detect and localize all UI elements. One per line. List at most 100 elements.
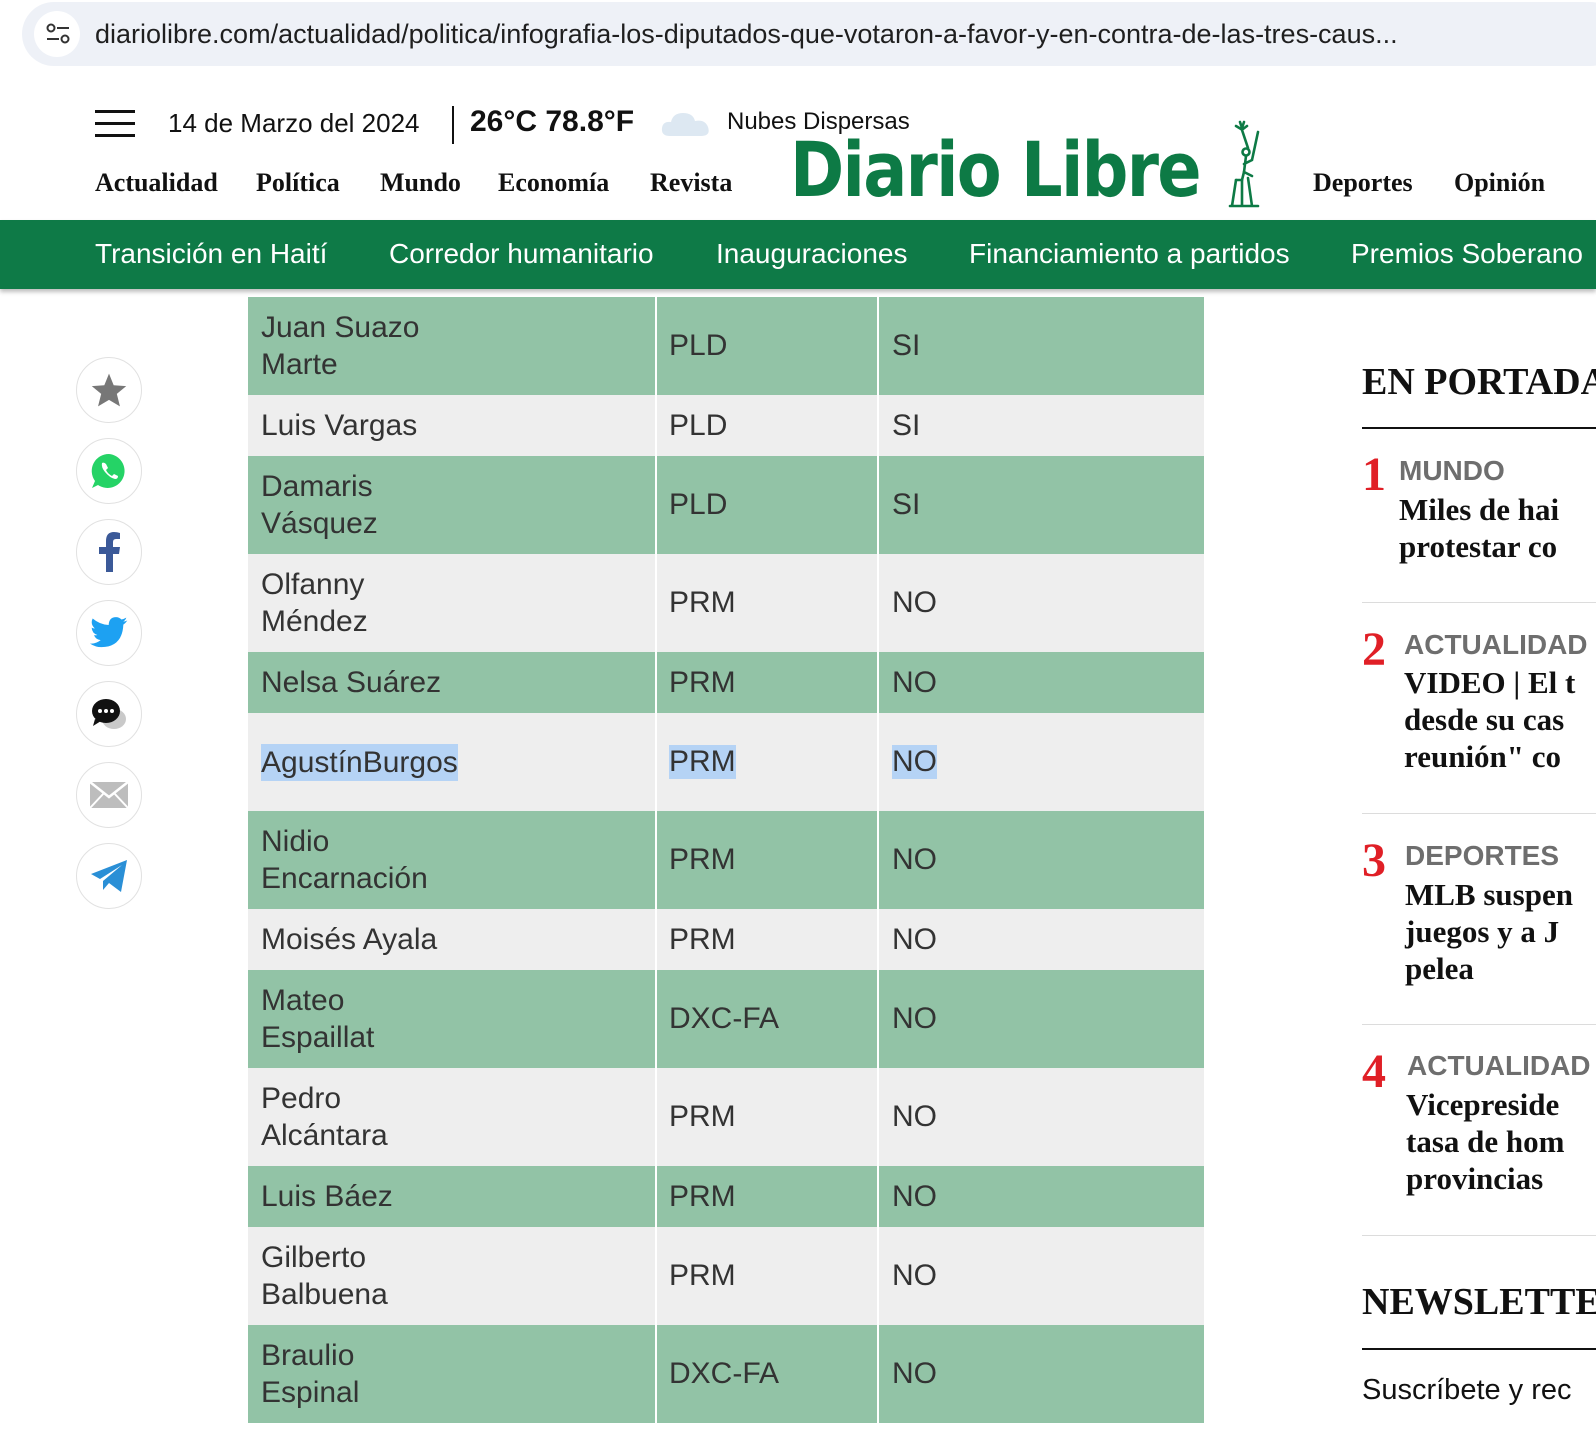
vote-cell: NO bbox=[879, 970, 1204, 1068]
nav-deportes[interactable]: Deportes bbox=[1313, 168, 1413, 198]
table-row: Mateo Espaillat DXC-FA NO bbox=[248, 970, 1204, 1068]
deputy-name-line: Marte bbox=[261, 348, 338, 381]
vote-text: SI bbox=[892, 408, 921, 442]
portada-number-4: 4 bbox=[1362, 1045, 1386, 1098]
portada-category-3[interactable]: DEPORTES bbox=[1405, 840, 1559, 872]
deputy-name-line: Nelsa Suárez bbox=[261, 666, 442, 699]
deputy-name-cell: Juan Suazo Marte bbox=[248, 297, 655, 395]
party-text: PRM bbox=[669, 1259, 736, 1292]
party-cell: PRM bbox=[657, 713, 877, 811]
deputy-name-line: Juan Suazo bbox=[261, 311, 420, 344]
deputy-name-line: Encarnación bbox=[261, 862, 428, 895]
nav-revista[interactable]: Revista bbox=[650, 168, 732, 198]
table-row: AgustínBurgos PRM NO bbox=[248, 713, 1204, 811]
deputy-name-line: Nidio bbox=[261, 825, 330, 858]
party-text: PLD bbox=[669, 488, 728, 521]
vote-text: NO bbox=[892, 1179, 937, 1213]
table-row: Nidio Encarnación PRM NO bbox=[248, 811, 1204, 909]
site-info-button[interactable] bbox=[34, 11, 80, 57]
share-email-button[interactable] bbox=[76, 762, 142, 828]
deputy-name-line: Méndez bbox=[261, 605, 368, 638]
header-divider bbox=[452, 106, 454, 144]
share-whatsapp-button[interactable] bbox=[76, 438, 142, 504]
portada-headline-2[interactable]: VIDEO | El t desde su cas reunión" co bbox=[1404, 664, 1575, 775]
comments-button[interactable] bbox=[76, 681, 142, 747]
deputy-name-line: Olfanny bbox=[261, 568, 365, 601]
nav-politica[interactable]: Política bbox=[256, 168, 340, 198]
url-text[interactable]: diariolibre.com/actualidad/politica/info… bbox=[95, 19, 1398, 50]
vote-text: SI bbox=[892, 329, 921, 362]
party-cell: PRM bbox=[657, 554, 877, 652]
tune-icon bbox=[46, 23, 70, 44]
vote-text: NO bbox=[892, 1357, 937, 1390]
party-cell: DXC-FA bbox=[657, 970, 877, 1068]
nav-economia[interactable]: Economía bbox=[498, 168, 609, 198]
menu-icon[interactable] bbox=[95, 110, 135, 138]
deputy-name-line: Moisés Ayala bbox=[261, 923, 438, 956]
save-button[interactable] bbox=[76, 357, 142, 423]
site-logo[interactable]: Diario Libre bbox=[790, 132, 1202, 208]
portada-category-1[interactable]: MUNDO bbox=[1399, 455, 1505, 487]
topic-premios[interactable]: Premios Soberano bbox=[1351, 238, 1583, 270]
deputy-name-line: Damaris bbox=[261, 470, 373, 503]
nav-opinion[interactable]: Opinión bbox=[1454, 168, 1545, 198]
portada-headline-1[interactable]: Miles de hai protestar co bbox=[1399, 491, 1559, 565]
facebook-icon bbox=[99, 532, 120, 572]
topic-inauguraciones[interactable]: Inauguraciones bbox=[716, 238, 907, 270]
nav-actualidad[interactable]: Actualidad bbox=[95, 168, 218, 198]
vote-text: NO bbox=[892, 586, 937, 619]
votes-table: Juan Suazo Marte PLD SI Luis Vargas PLD SI Dama… bbox=[248, 297, 1204, 1423]
party-text: PRM bbox=[669, 1179, 736, 1213]
portada-number-2: 2 bbox=[1362, 623, 1386, 676]
topic-haiti[interactable]: Transición en Haití bbox=[95, 238, 327, 270]
topics-bar: Transición en Haití Corredor humanitario… bbox=[0, 220, 1596, 289]
vote-cell: NO bbox=[879, 1325, 1204, 1423]
deputy-name-line: Gilberto bbox=[261, 1241, 367, 1274]
vote-cell: NO bbox=[879, 554, 1204, 652]
vote-cell: NO bbox=[879, 1227, 1204, 1325]
browser-toolbar: diariolibre.com/actualidad/politica/info… bbox=[0, 0, 1596, 81]
deputy-name-line: Pedro bbox=[261, 1082, 342, 1115]
newsletter-text: Suscríbete y rec bbox=[1362, 1374, 1572, 1406]
table-row: Pedro Alcántara PRM NO bbox=[248, 1068, 1204, 1166]
party-text: PRM bbox=[669, 843, 736, 876]
party-cell: PRM bbox=[657, 1227, 877, 1325]
portada-number-1: 1 bbox=[1362, 448, 1386, 501]
deputy-name-cell: Luis Vargas bbox=[248, 395, 655, 456]
party-text: PLD bbox=[669, 329, 728, 362]
deputy-name-line: Luis Vargas bbox=[261, 409, 418, 442]
address-bar[interactable]: diariolibre.com/actualidad/politica/info… bbox=[22, 2, 1596, 66]
portada-divider bbox=[1362, 1235, 1596, 1236]
table-row: Gilberto Balbuena PRM NO bbox=[248, 1227, 1204, 1325]
party-cell: PLD bbox=[657, 297, 877, 395]
vote-text: SI bbox=[892, 488, 921, 521]
topic-corredor[interactable]: Corredor humanitario bbox=[389, 238, 654, 270]
portada-number-3: 3 bbox=[1362, 834, 1386, 887]
vote-cell: SI bbox=[879, 456, 1204, 554]
share-facebook-button[interactable] bbox=[76, 519, 142, 585]
portada-category-2[interactable]: ACTUALIDAD bbox=[1404, 629, 1588, 661]
email-icon bbox=[89, 781, 129, 809]
share-telegram-button[interactable] bbox=[76, 843, 142, 909]
table-row: Luis Báez PRM NO bbox=[248, 1166, 1204, 1227]
table-row: Damaris Vásquez PLD SI bbox=[248, 456, 1204, 554]
table-row: Juan Suazo Marte PLD SI bbox=[248, 297, 1204, 395]
portada-headline-3[interactable]: MLB suspen juegos y a Jpelea bbox=[1405, 876, 1573, 987]
cloud-icon bbox=[661, 113, 709, 136]
table-row: Nelsa Suárez PRM NO bbox=[248, 652, 1204, 713]
party-text: DXC-FA bbox=[669, 1002, 780, 1035]
portada-category-4[interactable]: ACTUALIDAD bbox=[1407, 1050, 1591, 1082]
deputy-name-cell: Nidio Encarnación bbox=[248, 811, 655, 909]
topic-financiamiento[interactable]: Financiamiento a partidos bbox=[969, 238, 1290, 270]
portada-headline-4[interactable]: Vicepreside tasa de hom provincias bbox=[1406, 1086, 1564, 1197]
deputy-name-cell: Nelsa Suárez bbox=[248, 652, 655, 713]
deputy-name-line: Alcántara bbox=[261, 1119, 388, 1152]
party-text: DXC-FA bbox=[669, 1357, 780, 1390]
deputy-name-line: Espaillat bbox=[261, 1021, 375, 1054]
party-text: PRM bbox=[669, 1100, 736, 1133]
comments-icon bbox=[92, 699, 126, 729]
table-row: Olfanny Méndez PRM NO bbox=[248, 554, 1204, 652]
deputy-name-cell: Gilberto Balbuena bbox=[248, 1227, 655, 1325]
share-twitter-button[interactable] bbox=[76, 600, 142, 666]
nav-mundo[interactable]: Mundo bbox=[380, 168, 461, 198]
